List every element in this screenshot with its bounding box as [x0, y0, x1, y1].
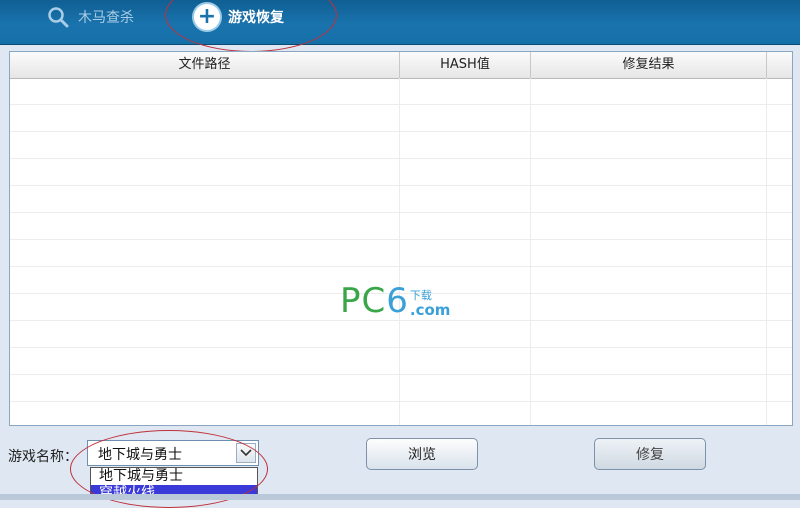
magnifier-icon [46, 5, 70, 29]
tab-game-repair-label: 游戏恢复 [228, 10, 284, 26]
watermark-digit: 6 [386, 281, 408, 321]
plus-circle-icon: + [194, 4, 220, 30]
column-divider [766, 78, 767, 425]
column-header-hash[interactable]: HASH值 [400, 52, 531, 78]
watermark-brand: PC [340, 281, 387, 321]
table-row[interactable] [10, 159, 792, 186]
table-row[interactable] [10, 348, 792, 375]
table-row[interactable] [10, 213, 792, 240]
table-row[interactable] [10, 132, 792, 159]
game-name-select[interactable]: 地下城与勇士 [87, 440, 259, 466]
table-header: 文件路径 HASH值 修复结果 [10, 52, 792, 79]
column-divider [530, 78, 531, 425]
browse-button[interactable]: 浏览 [366, 438, 478, 470]
chevron-down-icon[interactable] [236, 443, 256, 463]
top-toolbar: 木马查杀 + 游戏恢复 [0, 0, 800, 52]
tab-trojan-scan[interactable]: 木马查杀 [46, 0, 134, 34]
table-row[interactable] [10, 240, 792, 267]
table-row[interactable] [10, 375, 792, 402]
game-name-label: 游戏名称： [8, 449, 78, 465]
tab-game-repair[interactable]: + 游戏恢复 [194, 0, 284, 34]
column-header-file-path[interactable]: 文件路径 [10, 52, 400, 78]
table-row[interactable] [10, 186, 792, 213]
repair-button[interactable]: 修复 [594, 438, 706, 470]
watermark-com: .com [409, 301, 451, 319]
pc6-watermark-logo: PC 6 下载 .com [340, 284, 450, 318]
table-row[interactable] [10, 105, 792, 132]
tab-trojan-scan-label: 木马查杀 [78, 10, 134, 26]
file-table[interactable]: 文件路径 HASH值 修复结果 PC 6 下载 .com [9, 51, 793, 426]
table-row[interactable] [10, 78, 792, 105]
game-name-select-value: 地下城与勇士 [98, 447, 182, 463]
table-row[interactable] [10, 321, 792, 348]
column-header-filler [767, 52, 792, 78]
table-row[interactable] [10, 402, 792, 425]
column-header-repair-result[interactable]: 修复结果 [531, 52, 767, 78]
dropdown-option[interactable]: 地下城与勇士 [91, 468, 257, 485]
bottom-strip [0, 494, 800, 500]
column-divider [399, 78, 400, 425]
